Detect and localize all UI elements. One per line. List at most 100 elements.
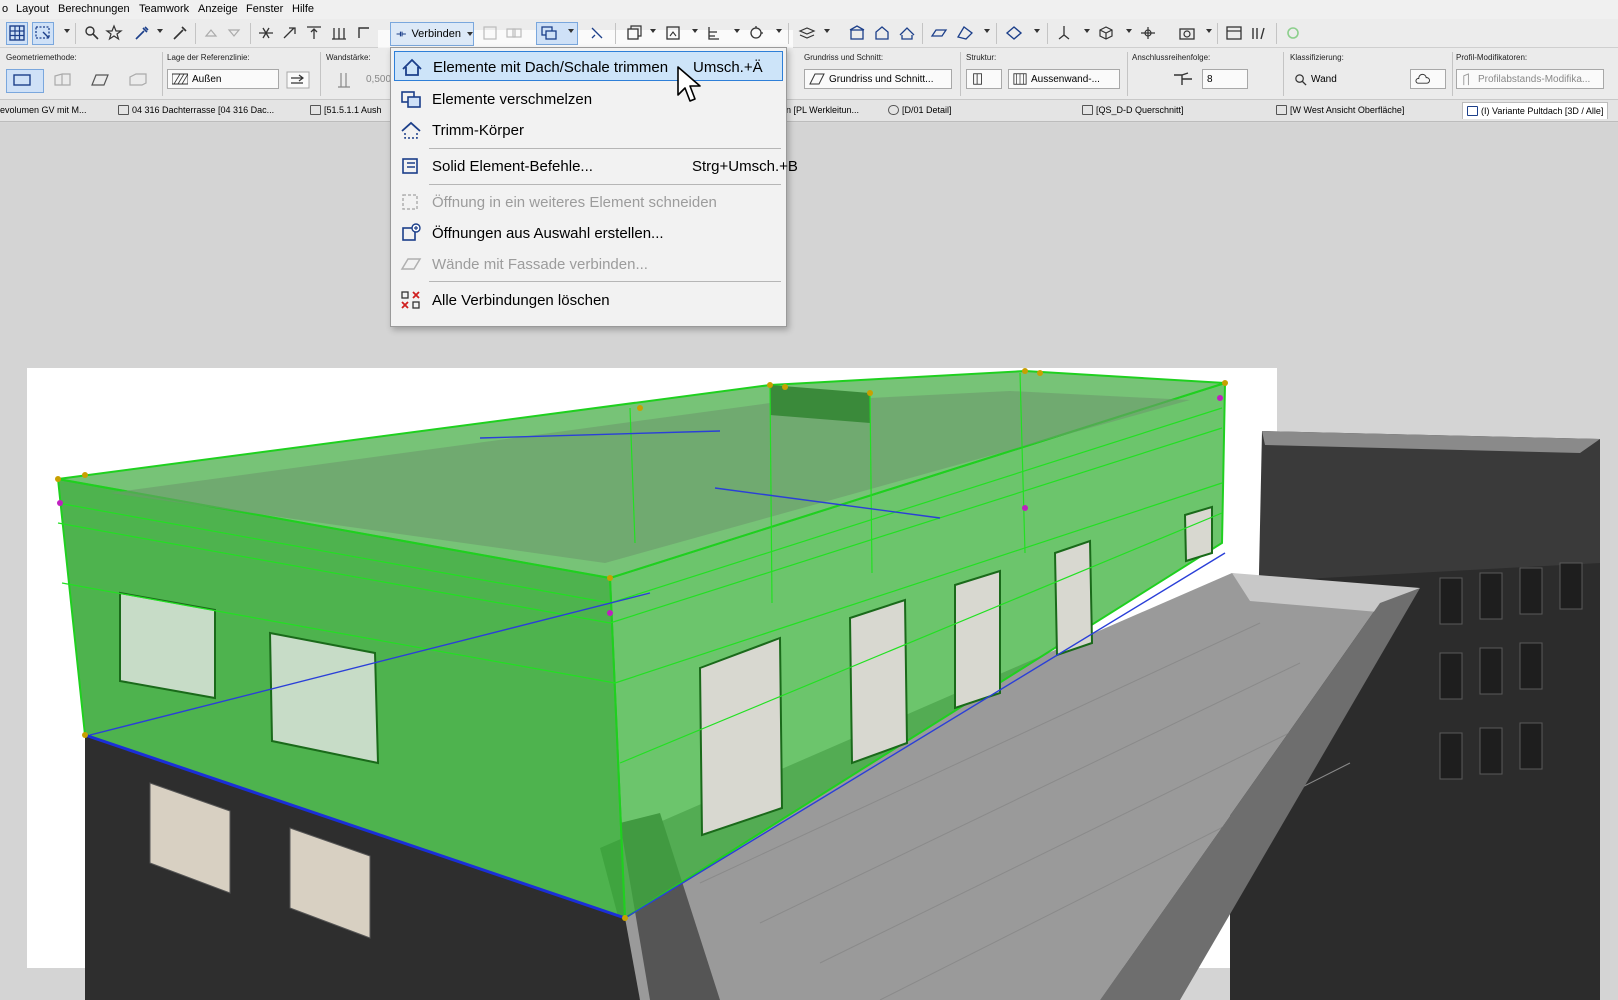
chevron-down-icon[interactable]: [984, 29, 990, 33]
infobox-separator: [960, 52, 961, 96]
tab-label: [QS_D-D Querschnitt]: [1096, 105, 1184, 115]
eyedropper-icon[interactable]: [132, 23, 152, 43]
chevron-down-icon[interactable]: [734, 29, 740, 33]
tab-werkleitungen[interactable]: n [PL Werkleitun...: [786, 105, 859, 115]
pick-up-icon[interactable]: [82, 23, 102, 43]
tab-querschnitt[interactable]: [QS_D-D Querschnitt]: [1082, 105, 1184, 115]
trapezoid-wall-icon[interactable]: [50, 69, 76, 91]
struktur-type-dropdown[interactable]: [966, 69, 1002, 89]
grundriss-dropdown[interactable]: Grundriss und Schnitt...: [804, 69, 952, 89]
layers-icon[interactable]: [539, 23, 559, 43]
stack-icon[interactable]: [624, 23, 644, 43]
menu-layout[interactable]: Layout: [16, 3, 49, 15]
tab-label: n [PL Werkleitun...: [786, 105, 860, 115]
chevron-down-icon[interactable]: [824, 29, 830, 33]
wandstaerke-value[interactable]: 0,500: [366, 74, 391, 85]
chevron-down-icon[interactable]: [64, 29, 70, 33]
anschluss-value: 8: [1207, 73, 1213, 85]
verbinden-menu-button[interactable]: Verbinden: [390, 22, 474, 46]
anschluss-input[interactable]: 8: [1202, 69, 1248, 89]
section-icon[interactable]: [1004, 23, 1024, 43]
align-top-icon[interactable]: [304, 23, 324, 43]
menu-item-solid-element[interactable]: Solid Element-Befehle... Strg+Umsch.+B: [394, 151, 798, 181]
straight-wall-icon[interactable]: [10, 69, 36, 91]
profile-icon: [1463, 72, 1469, 85]
toolbar-separator: [75, 23, 76, 44]
menu-item-label: Öffnung in ein weiteres Element schneide…: [432, 194, 717, 211]
klassifizierung-field[interactable]: Wand: [1290, 69, 1400, 89]
flip-reference-icon[interactable]: [285, 69, 311, 91]
building-icon[interactable]: [847, 23, 867, 43]
transform-icon[interactable]: [746, 23, 766, 43]
slab-icon[interactable]: [929, 23, 949, 43]
3d-view-icon: [1467, 106, 1478, 116]
chevron-down-icon[interactable]: [568, 29, 574, 33]
snap-icon[interactable]: [587, 23, 607, 43]
mesh-icon[interactable]: [955, 23, 975, 43]
camera-icon[interactable]: [1177, 23, 1197, 43]
cloud-dropdown[interactable]: [1410, 69, 1446, 89]
adjust-icon[interactable]: [280, 23, 300, 43]
syringe-icon[interactable]: [170, 23, 190, 43]
menu-item-create-openings[interactable]: Öffnungen aus Auswahl erstellen...: [394, 218, 783, 248]
chevron-down-icon[interactable]: [157, 29, 163, 33]
cube-icon[interactable]: [1096, 23, 1116, 43]
chevron-down-icon[interactable]: [1126, 29, 1132, 33]
menu-anzeige[interactable]: Anzeige: [198, 3, 238, 15]
chevron-down-icon[interactable]: [776, 29, 782, 33]
marquee-select-icon[interactable]: [33, 23, 53, 43]
chevron-down-icon[interactable]: [1084, 29, 1090, 33]
menu-teamwork[interactable]: Teamwork: [139, 3, 189, 15]
menu-berechnungen[interactable]: Berechnungen: [58, 3, 130, 15]
menu-item-trim-body[interactable]: Trimm-Körper: [394, 115, 783, 145]
house-icon[interactable]: [872, 23, 892, 43]
slanted-wall-icon[interactable]: [88, 69, 114, 91]
referenzlinie-dropdown[interactable]: Außen: [167, 69, 279, 89]
arrow-down-icon[interactable]: [224, 23, 244, 43]
section-icon: [1082, 105, 1093, 115]
info-box: Geometriemethode: Lage der Referenzlinie…: [0, 48, 1618, 100]
trim-body-icon: [399, 119, 423, 141]
create-openings-icon: [399, 222, 423, 244]
roof-icon[interactable]: [897, 23, 917, 43]
tab-variante-pultdach[interactable]: (I) Variante Pultdach [3D / Alle]: [1462, 102, 1609, 119]
tab-gesamtvolumen[interactable]: evolumen GV mit M...: [0, 105, 87, 115]
menu-hilfe[interactable]: Hilfe: [292, 3, 314, 15]
tab-aushub[interactable]: [51.5.1.1 Aush: [310, 105, 382, 115]
menu-item-merge[interactable]: Elemente verschmelzen: [394, 84, 783, 114]
tab-west-ansicht[interactable]: [W West Ansicht Oberfläche]: [1276, 105, 1404, 115]
chevron-down-icon: [467, 32, 473, 36]
chevron-down-icon[interactable]: [1034, 29, 1040, 33]
tab-detail[interactable]: [D/01 Detail]: [888, 105, 952, 115]
profil-dropdown[interactable]: Profilabstands-Modifika...: [1456, 69, 1604, 89]
struktur-dropdown[interactable]: Aussenwand-...: [1008, 69, 1120, 89]
elevation-icon[interactable]: [1054, 23, 1074, 43]
distribute-icon[interactable]: [329, 23, 349, 43]
menu-item-trim-roof[interactable]: Elemente mit Dach/Schale trimmen Umsch.+…: [394, 51, 783, 81]
merge-elements-icon: [399, 88, 423, 110]
offset-icon[interactable]: [354, 23, 374, 43]
navigate-3d-icon[interactable]: [1138, 23, 1158, 43]
arrow-up-icon[interactable]: [201, 23, 221, 43]
library-icon[interactable]: [1249, 23, 1269, 43]
standard-toolbar: Verbinden: [0, 19, 1618, 70]
split-icon[interactable]: [256, 23, 276, 43]
layer-stack-icon[interactable]: [797, 23, 817, 43]
menu-fenster[interactable]: Fenster: [246, 3, 283, 15]
group-icon[interactable]: [480, 23, 500, 43]
chevron-down-icon[interactable]: [1206, 29, 1212, 33]
image-frame-icon[interactable]: [663, 23, 683, 43]
menu-item-delete-connections[interactable]: Alle Verbindungen löschen: [394, 285, 783, 315]
chevron-down-icon[interactable]: [650, 29, 656, 33]
calendar-icon[interactable]: [1224, 23, 1244, 43]
grid-icon[interactable]: [7, 23, 27, 43]
sync-icon[interactable]: [1283, 23, 1303, 43]
menu-fragment: o: [2, 3, 9, 15]
polygon-wall-icon[interactable]: [126, 69, 152, 91]
3d-viewport[interactable]: [0, 123, 1618, 1000]
hierarchy-icon[interactable]: [704, 23, 724, 43]
tab-dachterrasse[interactable]: 04 316 Dachterrasse [04 316 Dac...: [118, 105, 274, 115]
chevron-down-icon[interactable]: [692, 29, 698, 33]
star-icon[interactable]: [104, 23, 124, 43]
ungroup-icon[interactable]: [504, 23, 524, 43]
